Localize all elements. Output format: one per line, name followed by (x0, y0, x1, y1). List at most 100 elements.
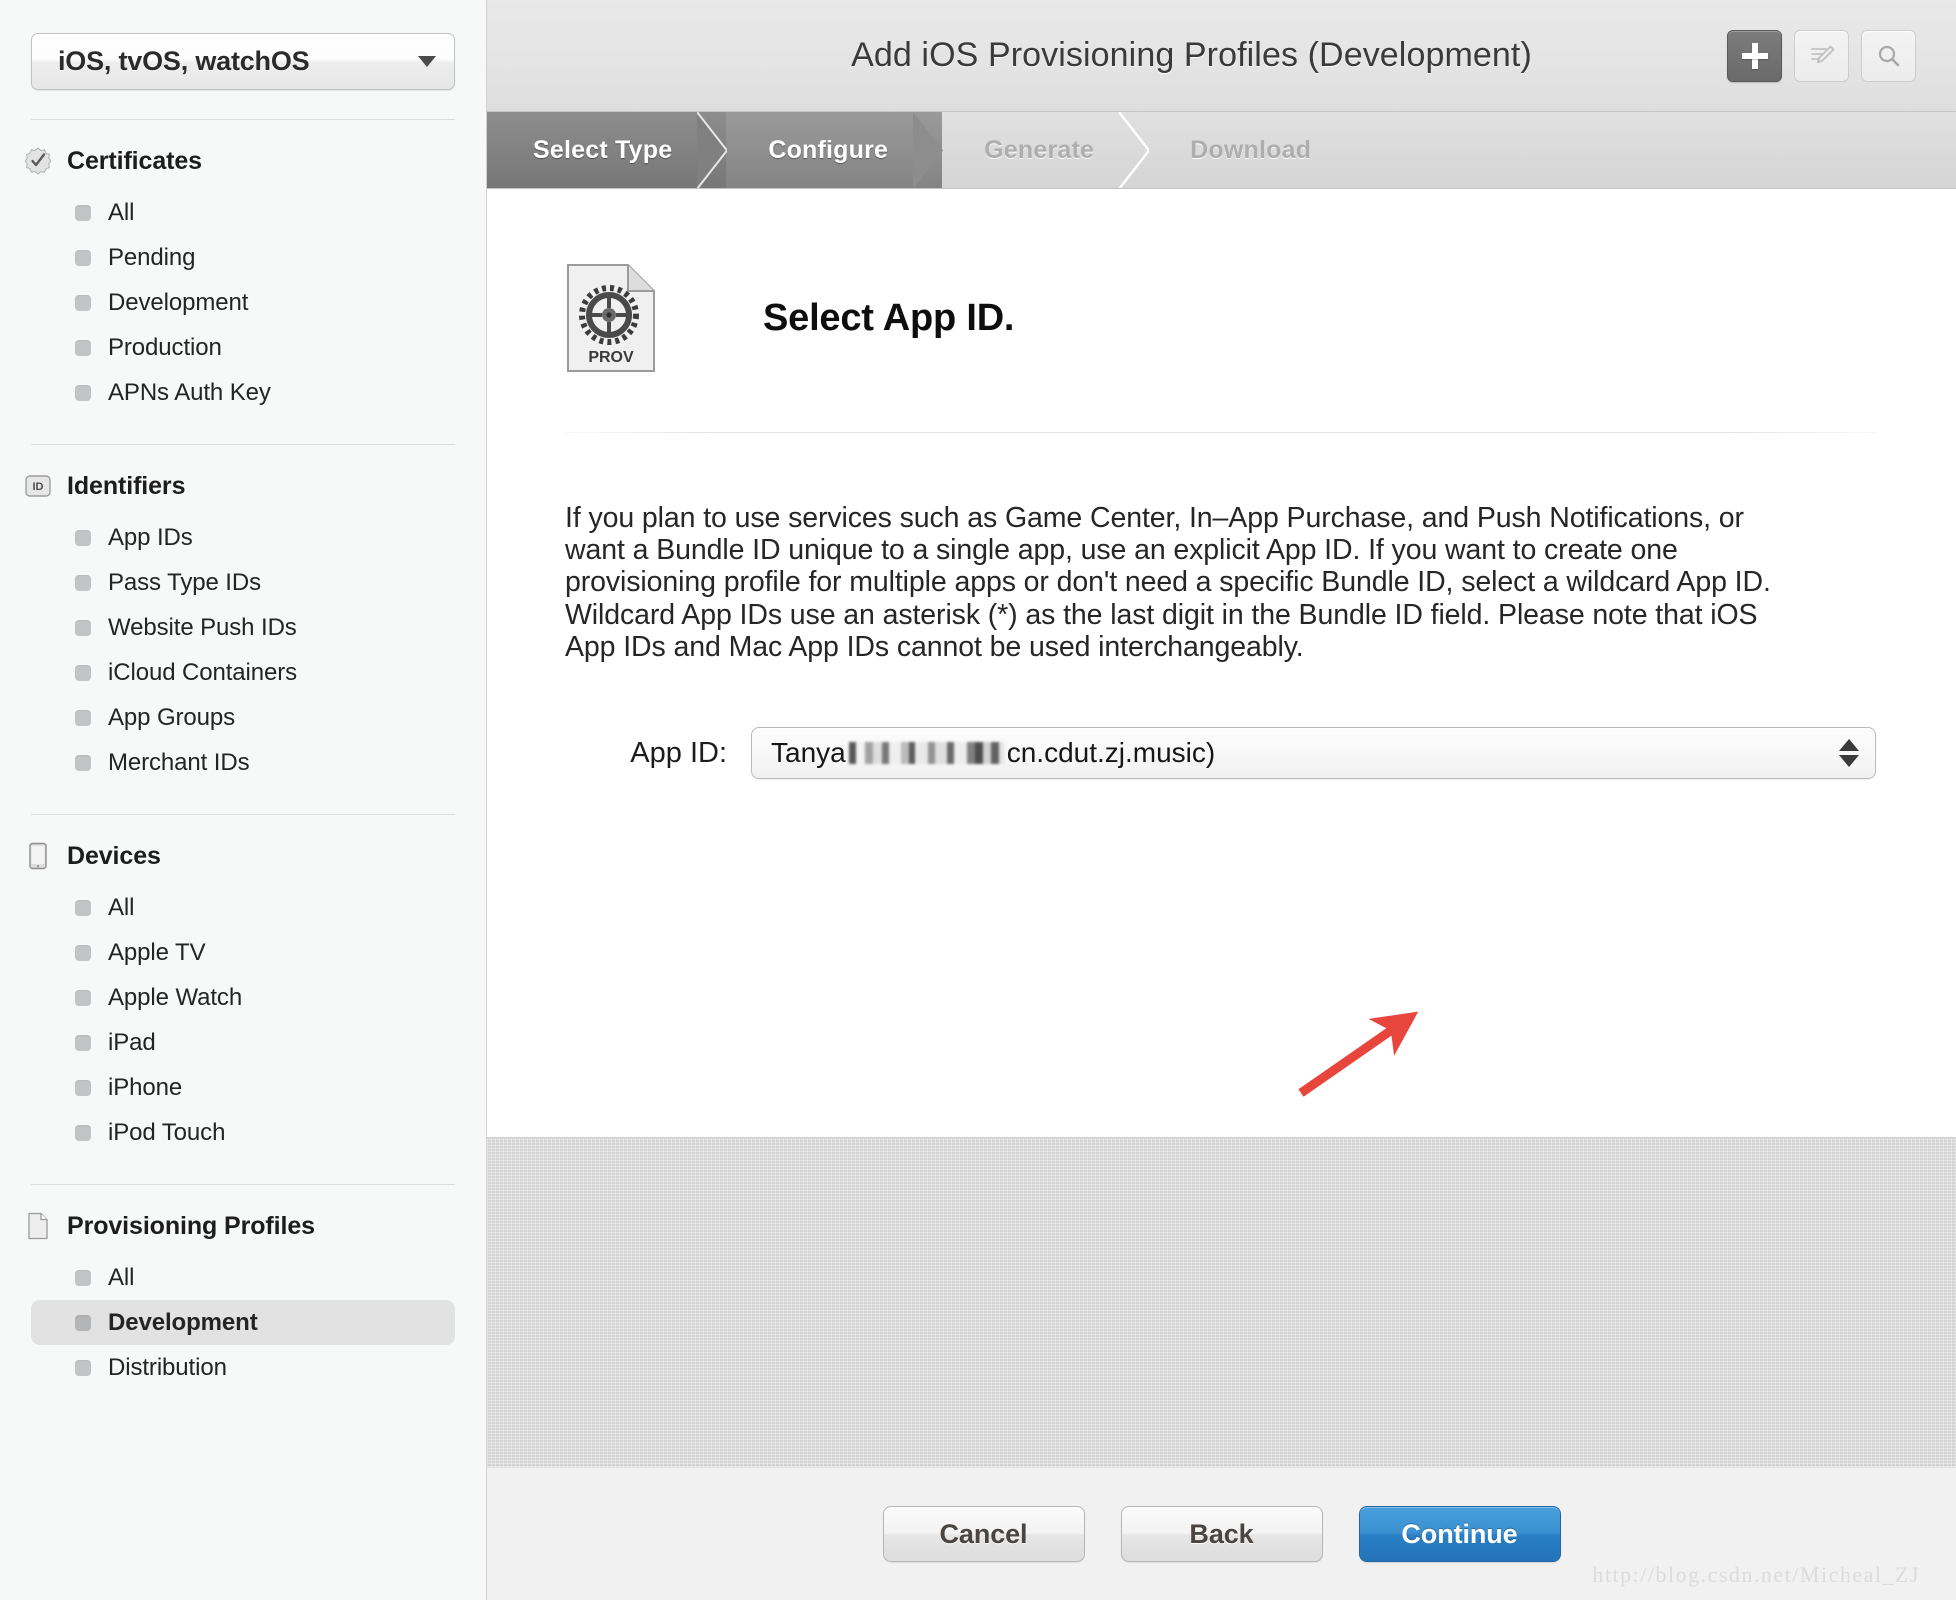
bullet-icon (75, 1269, 91, 1286)
cancel-button[interactable]: Cancel (882, 1506, 1085, 1562)
redacted-text-block (848, 742, 1004, 765)
add-button[interactable] (1727, 29, 1782, 82)
sidebar-item-label: iPad (108, 1028, 156, 1056)
sidebar-item-app-ids[interactable]: App IDs (31, 515, 455, 560)
edit-button[interactable] (1794, 29, 1849, 82)
sidebar-item-ipad[interactable]: iPad (31, 1020, 455, 1065)
sidebar-item-label: App IDs (108, 523, 193, 551)
bullet-icon (75, 899, 91, 916)
description-paragraph: If you plan to use services such as Game… (565, 502, 1771, 663)
sidebar-item-label: Website Push IDs (108, 613, 297, 641)
content-area: PROV Select App ID. If you plan to use s… (487, 189, 1956, 1137)
section-divider (565, 432, 1878, 433)
step-generate[interactable]: Generate (912, 112, 1150, 188)
sidebar-item-merchant-ids[interactable]: Merchant IDs (31, 740, 455, 785)
sidebar-item-profiles-distribution[interactable]: Distribution (31, 1345, 455, 1390)
step-select-type[interactable]: Select Type (487, 112, 728, 188)
main-panel: Add iOS Provisioning Profiles (Developme… (487, 0, 1956, 1600)
edit-pencil-icon (1810, 45, 1834, 63)
sidebar-group-title: Certificates (67, 146, 202, 175)
document-icon (25, 1212, 51, 1240)
app-id-label: App ID: (630, 736, 727, 769)
stepper-up-arrow (1839, 739, 1859, 752)
section-header: PROV Select App ID. (487, 189, 1956, 373)
app-window: iOS, tvOS, watchOS Certificates All Pend… (0, 0, 1956, 1600)
step-configure[interactable]: Configure (696, 112, 944, 188)
sidebar-divider-4 (31, 1184, 455, 1185)
back-button[interactable]: Back (1120, 1506, 1323, 1562)
step-chevron-icon (697, 112, 728, 188)
bullet-icon (75, 249, 91, 266)
sidebar-group-title: Identifiers (67, 471, 186, 500)
plus-icon (1741, 42, 1768, 69)
sidebar-item-label: iPod Touch (108, 1118, 226, 1146)
sidebar-group-items: All Development Distribution (0, 1255, 486, 1390)
bullet-icon (75, 1079, 91, 1096)
sidebar-item-label: All (108, 198, 135, 226)
section-heading: Select App ID. (763, 296, 1015, 339)
sidebar-item-pass-type-ids[interactable]: Pass Type IDs (31, 560, 455, 605)
sidebar-item-label: Merchant IDs (108, 748, 250, 776)
prov-icon-label: PROV (588, 349, 634, 366)
sidebar-item-certificates-development[interactable]: Development (31, 280, 455, 325)
sidebar-item-certificates-apns-auth-key[interactable]: APNs Auth Key (31, 370, 455, 415)
app-id-select[interactable]: Tanya cn.cdut.zj.music) (751, 727, 1876, 780)
sidebar-item-label: Distribution (108, 1353, 227, 1381)
sidebar-item-label: Development (108, 1308, 258, 1336)
bullet-icon (75, 1314, 91, 1331)
sidebar-item-icloud-containers[interactable]: iCloud Containers (31, 650, 455, 695)
sidebar-group-title: Provisioning Profiles (67, 1211, 315, 1240)
up-down-stepper-icon[interactable] (1839, 739, 1859, 768)
sidebar-item-app-groups[interactable]: App Groups (31, 695, 455, 740)
mobile-device-icon (25, 842, 51, 870)
sidebar-item-label: Development (108, 288, 249, 316)
provisioning-profile-icon: PROV (565, 263, 657, 373)
chevron-down-icon (418, 56, 436, 67)
sidebar-item-apple-watch[interactable]: Apple Watch (31, 975, 455, 1020)
sidebar-item-profiles-all[interactable]: All (31, 1255, 455, 1300)
step-download[interactable]: Download (1118, 112, 1365, 188)
sidebar-item-label: APNs Auth Key (108, 378, 271, 406)
sidebar-group-header: Certificates (0, 140, 486, 182)
continue-button[interactable]: Continue (1358, 1506, 1561, 1562)
app-id-value-prefix: Tanya (771, 737, 846, 769)
top-bar-actions (1727, 29, 1916, 82)
sidebar-item-label: Production (108, 333, 222, 361)
sidebar-divider-1 (31, 119, 455, 120)
sidebar-item-website-push-ids[interactable]: Website Push IDs (31, 605, 455, 650)
sidebar-item-apple-tv[interactable]: Apple TV (31, 930, 455, 975)
sidebar-group-devices: Devices All Apple TV Apple Watch iPad iP… (0, 835, 486, 1155)
id-badge-icon: ID (25, 472, 51, 500)
sidebar-group-items: All Pending Development Production APNs … (0, 190, 486, 415)
sidebar-item-certificates-all[interactable]: All (31, 190, 455, 235)
bullet-icon (75, 384, 91, 401)
sidebar-item-devices-all[interactable]: All (31, 885, 455, 930)
sidebar-item-label: Pass Type IDs (108, 568, 261, 596)
bullet-icon (75, 294, 91, 311)
sidebar-item-ipod-touch[interactable]: iPod Touch (31, 1110, 455, 1155)
sidebar: iOS, tvOS, watchOS Certificates All Pend… (0, 0, 487, 1600)
bullet-icon (75, 709, 91, 726)
sidebar-item-certificates-pending[interactable]: Pending (31, 235, 455, 280)
red-annotation-arrow-icon (1298, 1011, 1419, 1097)
certificate-seal-icon (24, 147, 52, 175)
step-chevron-icon (1119, 112, 1150, 188)
bullet-icon (75, 944, 91, 961)
sidebar-group-items: All Apple TV Apple Watch iPad iPhone iPo… (0, 885, 486, 1155)
bullet-icon (75, 1034, 91, 1051)
bullet-icon (75, 664, 91, 681)
platform-selector[interactable]: iOS, tvOS, watchOS (31, 33, 455, 90)
bullet-icon (75, 204, 91, 221)
sidebar-group-title: Devices (67, 841, 161, 870)
sidebar-item-certificates-production[interactable]: Production (31, 325, 455, 370)
stepper-down-arrow (1839, 755, 1859, 768)
step-breadcrumb: Select Type Configure Generate Download (487, 112, 1956, 189)
step-label: Configure (768, 135, 889, 164)
sidebar-item-label: Pending (108, 243, 196, 271)
sidebar-item-profiles-development[interactable]: Development (31, 1300, 455, 1345)
platform-selector-value: iOS, tvOS, watchOS (58, 46, 310, 76)
bullet-icon (75, 1124, 91, 1141)
sidebar-item-label: All (108, 1263, 135, 1291)
search-button[interactable] (1861, 29, 1916, 82)
sidebar-item-iphone[interactable]: iPhone (31, 1065, 455, 1110)
